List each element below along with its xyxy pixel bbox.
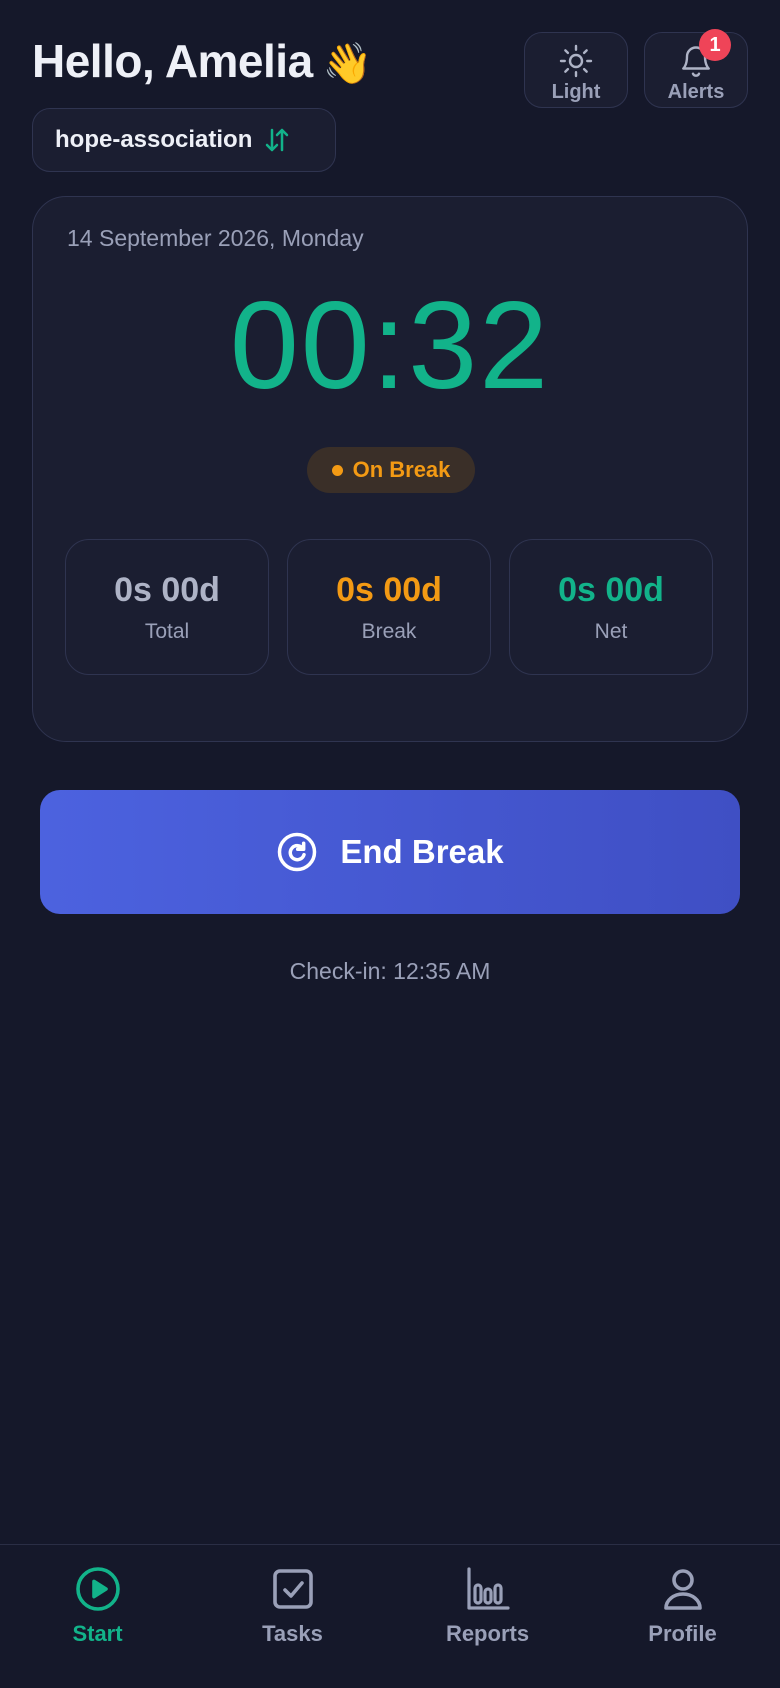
checkin-time: Check-in: 12:35 AM [289, 958, 491, 984]
nav-start[interactable]: Start [0, 1545, 195, 1688]
theme-toggle-button[interactable]: Light [524, 32, 628, 108]
play-circle-icon [75, 1567, 120, 1611]
status-dot [331, 464, 343, 476]
nav-start-label: Start [72, 1621, 123, 1646]
stat-total-label: Total [144, 619, 190, 643]
stat-net: 0s 00d Net [509, 539, 713, 675]
user-icon [663, 1569, 702, 1610]
status-text: On Break [352, 457, 451, 482]
nav-tasks[interactable]: Tasks [195, 1545, 390, 1688]
end-break-button[interactable]: End Break [40, 790, 740, 914]
alerts-button[interactable]: Alerts 1 [644, 29, 748, 108]
sun-icon [559, 44, 593, 78]
nav-tasks-label: Tasks [262, 1621, 323, 1646]
greeting-title: Hello, Amelia 👋 [32, 34, 372, 88]
refresh-icon [278, 832, 317, 872]
bar-chart-icon [466, 1567, 510, 1610]
nav-reports[interactable]: Reports [390, 1545, 585, 1688]
time-tracking-card: 14 September 2026, Monday 00:32 On Break… [32, 196, 748, 742]
nav-profile-label: Profile [648, 1621, 717, 1646]
stat-net-value: 0s 00d [558, 570, 664, 609]
theme-toggle-label: Light [551, 81, 601, 103]
stats-row: 0s 00d Total 0s 00d Break 0s 00d Net [65, 539, 713, 675]
swap-vertical-icon [266, 128, 289, 152]
waving-hand-emoji: 👋 [322, 41, 373, 87]
end-break-label: End Break [340, 833, 504, 870]
stat-total-value: 0s 00d [114, 570, 220, 609]
organization-switcher[interactable]: hope-association [32, 108, 336, 172]
stat-net-label: Net [594, 619, 628, 643]
greeting-text: Hello, Amelia [32, 35, 313, 87]
alerts-count-badge: 1 [699, 29, 731, 61]
organization-name: hope-association [55, 126, 253, 153]
status-badge: On Break [307, 447, 475, 493]
elapsed-timer: 00:32 [229, 277, 551, 415]
bottom-navigation: Start Tasks Reports Profile [0, 1544, 780, 1688]
nav-profile[interactable]: Profile [585, 1545, 780, 1688]
stat-break-value: 0s 00d [336, 570, 442, 609]
app-root: Hello, Amelia 👋 Light Alerts 1 hope-assoc… [0, 0, 780, 1688]
stat-total: 0s 00d Total [65, 539, 269, 675]
stat-break-label: Break [361, 619, 417, 643]
stat-break: 0s 00d Break [287, 539, 491, 675]
checkbox-icon [272, 1569, 313, 1609]
current-date: 14 September 2026, Monday [67, 225, 364, 251]
nav-reports-label: Reports [445, 1621, 530, 1646]
alerts-label: Alerts [667, 81, 725, 103]
